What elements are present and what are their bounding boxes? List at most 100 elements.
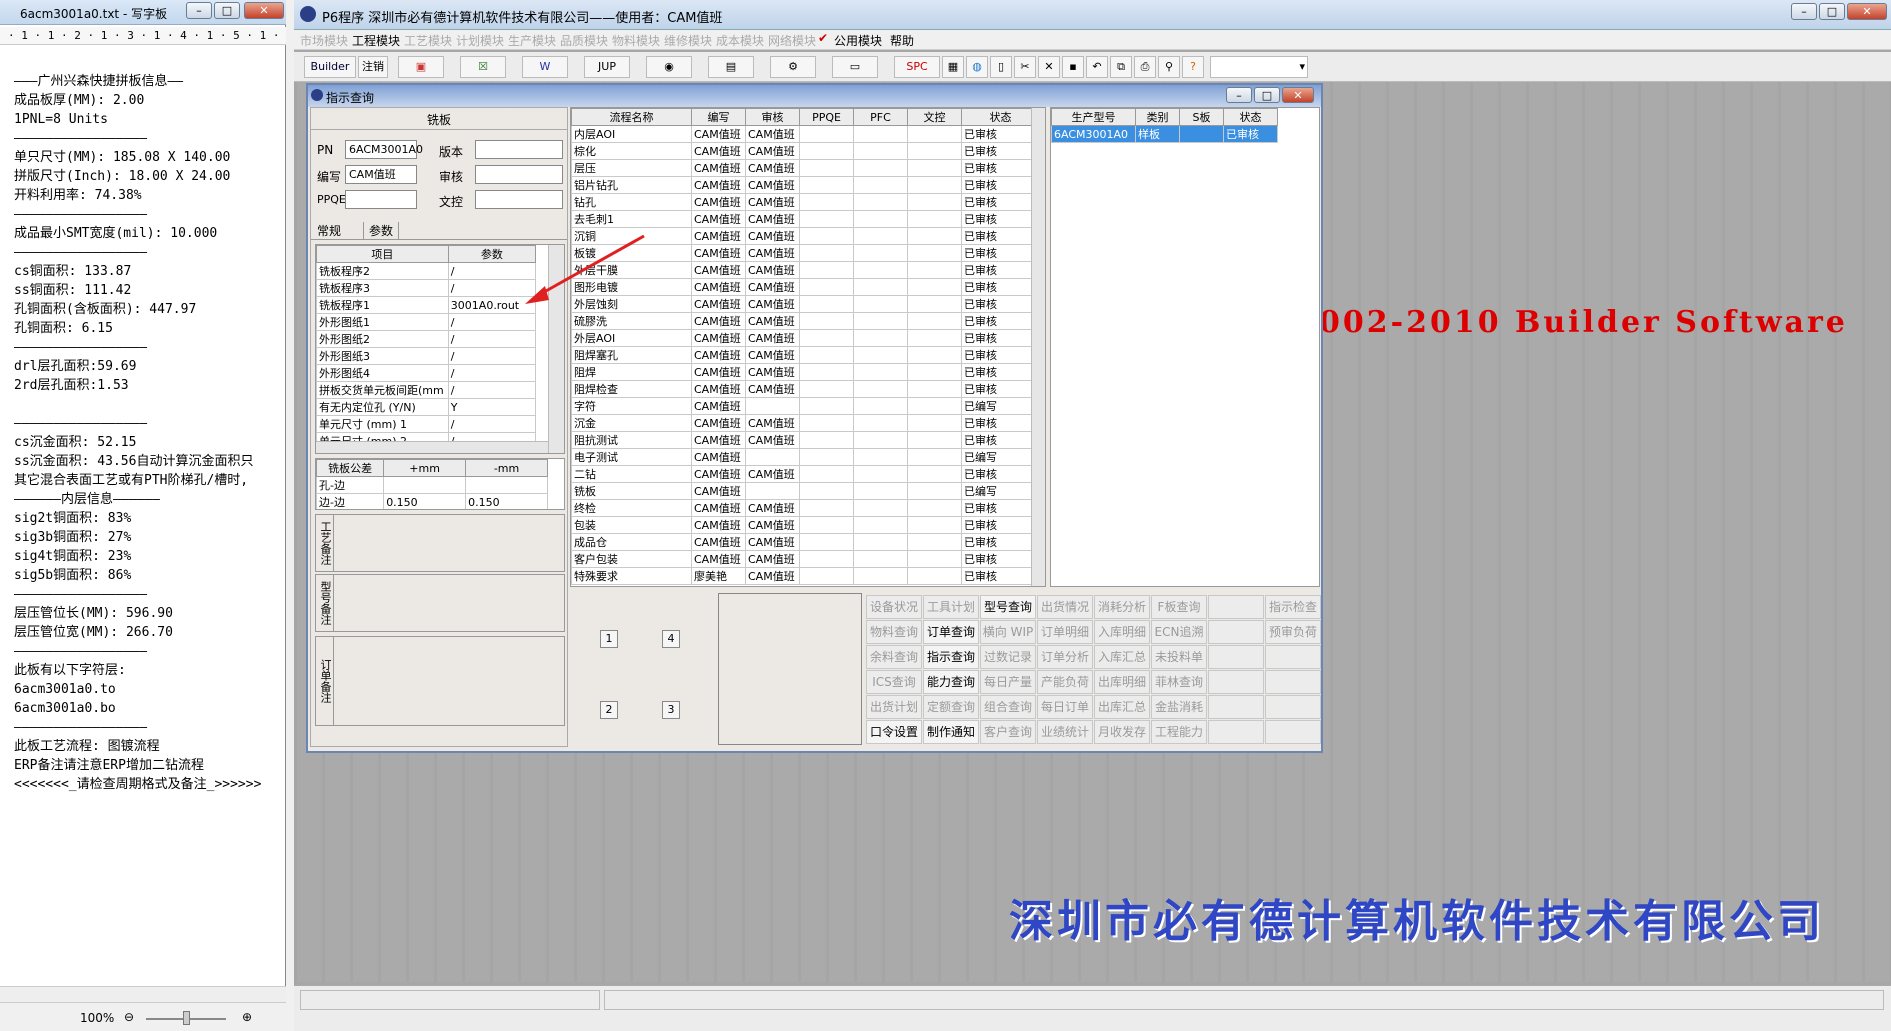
param-row[interactable]: 外形图纸2/ [316, 330, 537, 348]
tools-icon[interactable]: ⚙ [770, 56, 816, 78]
minimize-button[interactable]: – [186, 2, 212, 19]
flow-row[interactable]: 钻孔 CAM值班 CAM值班 已审核 [571, 193, 1040, 211]
menu-item[interactable]: 维修模块 [664, 32, 712, 49]
review-field[interactable] [475, 165, 563, 184]
flow-row[interactable]: 阻抗测试 CAM值班 CAM值班 已审核 [571, 431, 1040, 449]
menu-item[interactable]: 市场模块 [300, 32, 348, 49]
menu-item[interactable]: 物料模块 [612, 32, 660, 49]
flow-row[interactable]: 内层AOI CAM值班 CAM值班 已审核 [571, 125, 1040, 143]
spc-button[interactable]: SPC [894, 56, 940, 78]
function-button[interactable]: 型号查询 [980, 595, 1036, 619]
menu-item[interactable]: 网络模块 [768, 32, 816, 49]
menu-item[interactable]: 工艺模块 [404, 32, 452, 49]
function-button[interactable]: ECN追溯 [1151, 620, 1207, 644]
calc-icon[interactable]: ▦ [942, 56, 964, 78]
function-button[interactable]: 余料查询 [866, 645, 922, 669]
function-button[interactable]: 每日订单 [1037, 695, 1093, 719]
flow-row[interactable]: 阻焊塞孔 CAM值班 CAM值班 已审核 [571, 346, 1040, 364]
function-button[interactable]: 客户查询 [980, 720, 1036, 744]
model-notes-box[interactable]: 型号备注 [315, 574, 565, 632]
help-icon[interactable]: ? [1182, 56, 1204, 78]
flow-row[interactable]: 二钻 CAM值班 CAM值班 已审核 [571, 465, 1040, 483]
flow-row[interactable]: 硫膠洗 CAM值班 CAM值班 已审核 [571, 312, 1040, 330]
flow-row[interactable]: 外层AOI CAM值班 CAM值班 已审核 [571, 329, 1040, 347]
print-icon[interactable]: ⎙ [1134, 56, 1156, 78]
flow-row[interactable]: 终检 CAM值班 CAM值班 已审核 [571, 499, 1040, 517]
process-notes-box[interactable]: 工艺备注 [315, 514, 565, 572]
function-button[interactable]: 产能负荷 [1037, 670, 1093, 694]
num-button-3[interactable]: 3 [662, 701, 680, 719]
param-row[interactable]: 铣板程序2/ [316, 262, 537, 280]
num-button-4[interactable]: 4 [662, 630, 680, 648]
excel-icon[interactable]: ☒ [460, 56, 506, 78]
function-button[interactable]: 指示查询 [923, 645, 979, 669]
function-button[interactable]: 指示检查 [1265, 595, 1321, 619]
flow-scrollbar[interactable] [1031, 108, 1045, 586]
flow-row[interactable]: 电子测试 CAM值班 已编写 [571, 448, 1040, 466]
function-button[interactable]: 设备状况 [866, 595, 922, 619]
function-button[interactable]: 工具计划 [923, 595, 979, 619]
flow-row[interactable]: 层压 CAM值班 CAM值班 已审核 [571, 159, 1040, 177]
zoom-slider-thumb[interactable] [183, 1011, 190, 1025]
version-field[interactable] [475, 140, 563, 159]
new-file-icon[interactable]: ▯ [990, 56, 1012, 78]
ppt-icon[interactable]: ▣ [398, 56, 444, 78]
param-row[interactable]: 铣板程序1 3001A0.rout [316, 296, 537, 314]
function-button[interactable]: 入库明细 [1094, 620, 1150, 644]
function-button[interactable]: 预审负荷 [1265, 620, 1321, 644]
function-button[interactable]: 出货情况 [1037, 595, 1093, 619]
function-button[interactable]: 月收发存 [1094, 720, 1150, 744]
dialog-minimize-button[interactable]: – [1226, 87, 1252, 103]
tab-general[interactable]: 常规 [317, 222, 341, 239]
function-button[interactable]: 出货计划 [866, 695, 922, 719]
menu-item[interactable]: 生产模块 [508, 32, 556, 49]
flow-row[interactable]: 铣板 CAM值班 已编写 [571, 482, 1040, 500]
tolerance-row[interactable]: 边-边 0.150 0.150 [316, 493, 548, 509]
word-icon[interactable]: W [522, 56, 568, 78]
function-button[interactable]: 订单分析 [1037, 645, 1093, 669]
menu-item[interactable]: 公用模块 [834, 32, 882, 49]
tab-params[interactable]: 参数 [363, 222, 400, 239]
database-icon[interactable]: ▤ [708, 56, 754, 78]
pn-field[interactable]: 6ACM3001A0 [345, 140, 423, 159]
menu-item[interactable]: 成本模块 [716, 32, 764, 49]
function-button[interactable]: 制作通知 [923, 720, 979, 744]
param-row[interactable]: 外形图纸4/ [316, 364, 537, 382]
dialog-maximize-button[interactable]: □ [1254, 87, 1280, 103]
num-button-1[interactable]: 1 [600, 630, 618, 648]
app-close-button[interactable]: ✕ [1847, 3, 1887, 20]
function-button[interactable]: 物料查询 [866, 620, 922, 644]
flow-row[interactable]: 阻焊 CAM值班 CAM值班 已审核 [571, 363, 1040, 381]
logout-button[interactable]: 注销 [358, 56, 388, 78]
writer-field[interactable]: CAM值班 [345, 165, 417, 184]
horizontal-scrollbar[interactable] [0, 986, 286, 1002]
function-button[interactable]: 出库明细 [1094, 670, 1150, 694]
notepad-document[interactable]: ———广州兴森快捷拼板信息—— 成品板厚(MM): 2.00 1PNL=8 Unit… [14, 72, 282, 794]
flow-row[interactable]: 特殊要求 廖美艳 CAM值班 已审核 [571, 567, 1040, 585]
function-button[interactable]: 菲林查询 [1151, 670, 1207, 694]
function-button[interactable]: 订单查询 [923, 620, 979, 644]
menu-item[interactable]: 工程模块 [352, 32, 400, 49]
param-row[interactable]: 铣板程序3/ [316, 279, 537, 297]
function-button[interactable]: 入库汇总 [1094, 645, 1150, 669]
model-row[interactable]: 6ACM3001A0 样板 已审核 [1051, 125, 1278, 143]
function-button[interactable]: F板查询 [1151, 595, 1207, 619]
menu-item[interactable]: 计划模块 [456, 32, 504, 49]
function-button[interactable]: ICS查询 [866, 670, 922, 694]
menu-item[interactable]: 品质模块 [560, 32, 608, 49]
flow-row[interactable]: 棕化 CAM值班 CAM值班 已审核 [571, 142, 1040, 160]
ppqe-field[interactable] [345, 190, 417, 209]
builder-button[interactable]: Builder [304, 56, 356, 78]
flow-row[interactable]: 去毛刺1 CAM值班 CAM值班 已审核 [571, 210, 1040, 228]
function-button[interactable]: 消耗分析 [1094, 595, 1150, 619]
undo-icon[interactable]: ↶ [1086, 56, 1108, 78]
function-button[interactable]: 出库汇总 [1094, 695, 1150, 719]
param-row[interactable]: 有无内定位孔 (Y/N) Y [316, 398, 537, 416]
function-button[interactable]: 金盐消耗 [1151, 695, 1207, 719]
function-button[interactable]: 业绩统计 [1037, 720, 1093, 744]
menu-item[interactable]: 帮助 [890, 32, 914, 49]
function-button[interactable]: 订单明细 [1037, 620, 1093, 644]
zoom-out-icon[interactable]: ⊖ [124, 1010, 134, 1024]
globe-icon[interactable]: ◍ [966, 56, 988, 78]
function-button[interactable]: 口令设置 [866, 720, 922, 744]
